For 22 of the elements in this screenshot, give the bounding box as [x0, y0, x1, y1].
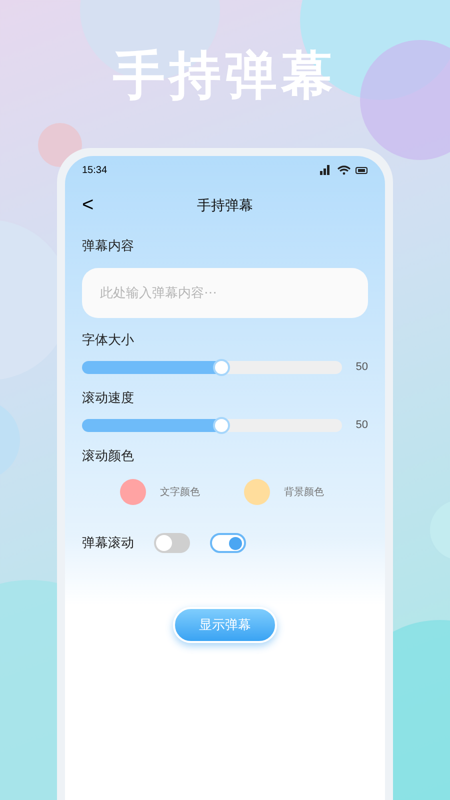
- toggle-switch[interactable]: [210, 533, 246, 553]
- slider-value: 50: [356, 418, 368, 433]
- color-option-label: 文字颜色: [160, 486, 200, 500]
- scroll-label: 弹幕滚动: [82, 534, 134, 552]
- color-swatch[interactable]: [244, 479, 270, 505]
- color-option-label: 背景颜色: [284, 486, 324, 500]
- color-swatch[interactable]: [120, 479, 146, 505]
- back-button[interactable]: <: [82, 195, 94, 215]
- status-icons: [320, 165, 368, 175]
- slider-value: 50: [356, 360, 368, 375]
- content-input[interactable]: 此处输入弹幕内容⋯: [82, 268, 368, 318]
- slider-thumb[interactable]: [213, 416, 230, 434]
- page-title: 手持弹幕: [197, 196, 253, 214]
- slider-track[interactable]: [82, 360, 342, 374]
- content-label: 弹幕内容: [82, 237, 135, 255]
- slider-label: 字体大小: [82, 330, 135, 348]
- slider-track[interactable]: [82, 418, 342, 432]
- slider-thumb[interactable]: [213, 358, 230, 376]
- status-time: 15:34: [82, 164, 108, 178]
- slider-label: 滚动速度: [82, 388, 135, 406]
- color-label: 滚动颜色: [82, 446, 135, 464]
- toggle-switch[interactable]: [154, 533, 190, 553]
